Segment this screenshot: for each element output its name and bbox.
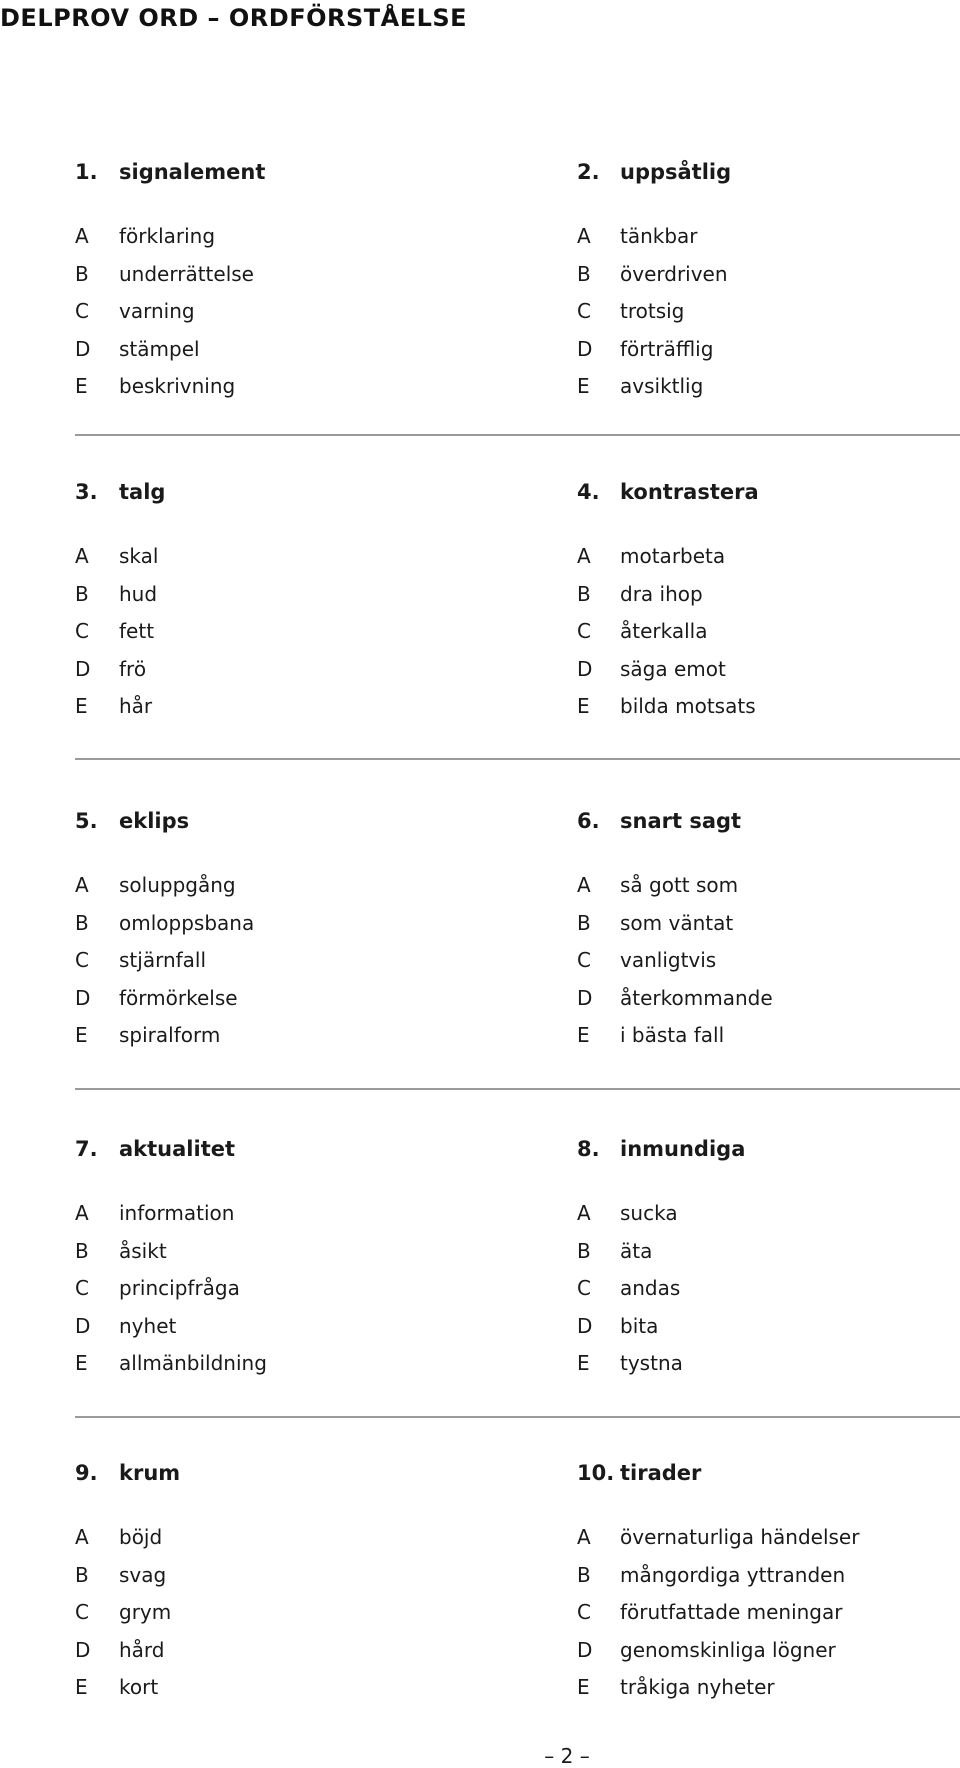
answer-option[interactable]: Aså gott som <box>0 873 960 903</box>
option-letter: A <box>577 1525 591 1549</box>
option-letter: D <box>577 656 593 681</box>
option-letter: D <box>577 1637 593 1662</box>
answer-option[interactable]: Ebilda motsats <box>0 694 960 724</box>
option-text: bilda motsats <box>620 694 756 718</box>
option-text: övernaturliga händelser <box>620 1525 860 1549</box>
page-number: – 2 – <box>544 1744 590 1768</box>
option-letter: C <box>577 1276 591 1300</box>
option-letter: A <box>577 873 591 897</box>
option-text: så gott som <box>620 873 739 897</box>
option-letter: C <box>577 948 591 972</box>
option-letter: E <box>577 1351 590 1375</box>
section-divider <box>75 758 960 760</box>
answer-option[interactable]: Atänkbar <box>0 224 960 254</box>
question-header: 6. snart sagt <box>0 809 960 839</box>
option-text: vanligtvis <box>620 948 717 972</box>
answer-option[interactable]: Etråkiga nyheter <box>0 1675 960 1705</box>
question-header: 8. inmundiga <box>0 1137 960 1167</box>
option-letter: A <box>577 224 591 248</box>
question-word: uppsåtlig <box>620 160 732 184</box>
answer-option[interactable]: Dbita <box>0 1314 960 1344</box>
answer-option[interactable]: Aövernaturliga händelser <box>0 1525 960 1555</box>
option-text: mångordiga yttranden <box>620 1562 846 1587</box>
option-text: i bästa fall <box>620 1023 725 1047</box>
option-letter: D <box>577 1313 593 1338</box>
answer-option[interactable]: Eavsiktlig <box>0 374 960 404</box>
answer-option[interactable]: Cvanligtvis <box>0 948 960 978</box>
option-text: bita <box>620 1313 659 1338</box>
option-text: tystna <box>620 1351 683 1375</box>
option-letter: C <box>577 1600 591 1624</box>
answer-option[interactable]: Ei bästa fall <box>0 1023 960 1053</box>
option-letter: B <box>577 581 591 606</box>
answer-option[interactable]: Cåterkalla <box>0 619 960 649</box>
option-letter: E <box>577 374 590 398</box>
option-text: säga emot <box>620 656 726 681</box>
option-text: dra ihop <box>620 581 703 606</box>
option-letter: B <box>577 910 591 935</box>
answer-option[interactable]: Ctrotsig <box>0 299 960 329</box>
option-letter: C <box>577 299 591 323</box>
option-text: överdriven <box>620 261 728 286</box>
answer-option[interactable]: Böverdriven <box>0 262 960 292</box>
answer-option[interactable]: Bmångordiga yttranden <box>0 1563 960 1593</box>
section-divider <box>75 434 960 436</box>
option-letter: A <box>577 1201 591 1225</box>
option-text: återkommande <box>620 985 773 1010</box>
option-text: andas <box>620 1276 681 1300</box>
answer-option[interactable]: Bäta <box>0 1239 960 1269</box>
option-letter: C <box>577 619 591 643</box>
answer-option[interactable]: Dgenomskinliga lögner <box>0 1638 960 1668</box>
option-letter: E <box>577 1023 590 1047</box>
option-text: sucka <box>620 1201 678 1225</box>
answer-option[interactable]: Etystna <box>0 1351 960 1381</box>
option-letter: A <box>577 544 591 568</box>
option-letter: B <box>577 1562 591 1587</box>
section-divider <box>75 1088 960 1090</box>
question-number: 2. <box>577 160 600 184</box>
question-word: inmundiga <box>620 1137 746 1161</box>
answer-option[interactable]: Candas <box>0 1276 960 1306</box>
answer-option[interactable]: Bsom väntat <box>0 911 960 941</box>
option-letter: E <box>577 694 590 718</box>
answer-option[interactable]: Dförträfflig <box>0 337 960 367</box>
option-letter: D <box>577 336 593 361</box>
option-letter: B <box>577 1238 591 1263</box>
question-number: 6. <box>577 809 600 833</box>
question-number: 4. <box>577 480 600 504</box>
question-header: 10. tirader <box>0 1461 960 1491</box>
option-letter: E <box>577 1675 590 1699</box>
answer-option[interactable]: Amotarbeta <box>0 544 960 574</box>
option-text: avsiktlig <box>620 374 704 398</box>
question-word: tirader <box>620 1461 702 1485</box>
page-title: DELPROV ORD – ORDFÖRSTÅELSE <box>0 4 468 32</box>
question-header: 2. uppsåtlig <box>0 160 960 190</box>
question-word: kontrastera <box>620 480 759 504</box>
answer-option[interactable]: Cförutfattade meningar <box>0 1600 960 1630</box>
option-text: äta <box>620 1238 653 1263</box>
option-text: genomskinliga lögner <box>620 1637 836 1662</box>
option-text: återkalla <box>620 619 708 643</box>
option-text: motarbeta <box>620 544 726 568</box>
option-text: tänkbar <box>620 224 698 248</box>
option-letter: D <box>577 985 593 1010</box>
question-word: snart sagt <box>620 809 742 833</box>
option-text: som väntat <box>620 910 734 935</box>
question-number: 8. <box>577 1137 600 1161</box>
option-text: förutfattade meningar <box>620 1600 843 1624</box>
option-text: förträfflig <box>620 336 714 361</box>
option-text: trotsig <box>620 299 685 323</box>
option-letter: B <box>577 261 591 286</box>
answer-option[interactable]: Dåterkommande <box>0 986 960 1016</box>
section-divider <box>75 1416 960 1418</box>
answer-option[interactable]: Bdra ihop <box>0 582 960 612</box>
answer-option[interactable]: Dsäga emot <box>0 657 960 687</box>
question-header: 4. kontrastera <box>0 480 960 510</box>
question-number: 10. <box>577 1461 615 1485</box>
answer-option[interactable]: Asucka <box>0 1201 960 1231</box>
option-text: tråkiga nyheter <box>620 1675 775 1699</box>
